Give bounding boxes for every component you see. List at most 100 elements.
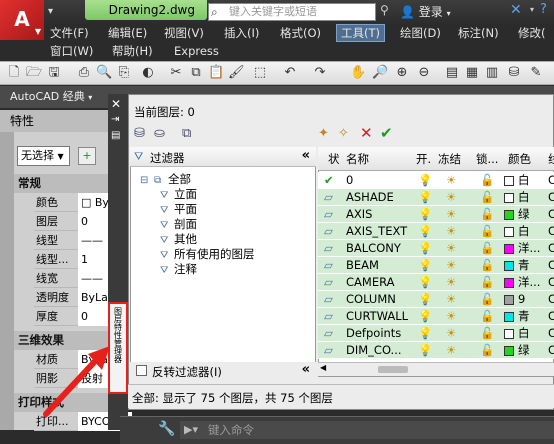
sun-icon[interactable]: ☀ [446,172,456,189]
menu-file[interactable]: 文件(F) [50,24,89,42]
search-icon[interactable]: ⚲ [380,3,389,17]
zoom-realtime-icon[interactable]: 🔎 [372,65,388,81]
block-editor-icon[interactable]: ⬚ [252,65,268,81]
redo-icon[interactable]: ↷ [312,65,328,81]
lightbulb-icon[interactable]: 💡 [418,291,432,308]
new-group-filter-icon[interactable]: ⛀ [154,126,165,141]
lightbulb-icon[interactable]: 💡 [418,274,432,291]
col-lock[interactable]: 锁... [476,147,498,171]
lightbulb-icon[interactable]: 💡 [418,240,432,257]
prop-thickness[interactable]: 厚度 0 [34,307,118,326]
wrench-icon[interactable]: 🔧 [158,421,175,437]
prop-lineweight[interactable]: 线宽 —— [34,269,118,288]
design-center-icon[interactable]: ▦ [464,65,480,81]
layer-row[interactable]: ▱ AXIS_TEXT 💡 ☀ 🔓 白 C [318,223,554,240]
layer-row[interactable]: ▱ COLUMN 💡 ☀ 🔓 9 C [318,291,554,308]
menu-help[interactable]: 帮助(H) [112,42,153,60]
save-icon[interactable]: 🖫 [46,65,62,81]
3d-dwf-icon[interactable]: ◐ [140,65,156,81]
menu-view[interactable]: 视图(V) [164,24,204,42]
tree-node-other[interactable]: ⛛ 其他 [160,231,197,247]
scroll-left-icon[interactable]: ◀ [320,363,326,372]
sun-icon[interactable]: ☀ [446,189,456,206]
copy-icon[interactable]: ⧉ [188,65,204,81]
quick-access-toolbar[interactable]: ▾ [48,4,78,18]
layer-row[interactable]: ▱ ASHADE 💡 ☀ 🔓 白 C [318,189,554,206]
unlock-icon[interactable]: 🔓 [480,189,494,206]
lightbulb-icon[interactable]: 💡 [418,325,432,342]
publish-icon[interactable]: ⎘ [116,65,132,81]
menu-format[interactable]: 格式(O) [280,24,321,42]
command-input[interactable]: ▶▾ 键入命令 [180,421,554,439]
prop-linetype-scale[interactable]: 线型... 1 [34,250,118,269]
tree-node-used-layers[interactable]: ⛛ 所有使用的图层 [160,246,255,262]
new-layer-vp-frozen-icon[interactable]: ✧ [338,126,349,141]
unlock-icon[interactable]: 🔓 [480,291,494,308]
sun-icon[interactable]: ☀ [446,206,456,223]
menu-window[interactable]: 窗口(W) [50,42,93,60]
color-swatch[interactable] [504,346,514,356]
match-properties-icon[interactable]: 🖌 [228,65,245,81]
col-name[interactable]: 名称 [346,147,369,171]
new-file-icon[interactable]: 🗋 [6,65,22,81]
color-swatch[interactable] [504,312,514,322]
open-file-icon[interactable]: 🗁 [26,65,42,81]
auto-hide-icon[interactable]: ⇥ [111,114,119,125]
print-preview-icon[interactable]: 🔍 [96,65,112,81]
tree-node-annotation[interactable]: ⛛ 注释 [160,261,197,277]
col-color[interactable]: 颜色 [508,147,531,171]
unlock-icon[interactable]: 🔓 [480,172,494,189]
pan-icon[interactable]: ✋ [350,65,366,81]
application-menu-button[interactable]: A ▼ [0,0,44,40]
lightbulb-icon[interactable]: 💡 [418,308,432,325]
col-freeze[interactable]: 冻结 [438,147,461,171]
scroll-thumb[interactable] [378,366,408,373]
sun-icon[interactable]: ☀ [446,291,456,308]
layer-row[interactable]: ▱ AXIS 💡 ☀ 🔓 绿 C [318,206,554,223]
menu-express[interactable]: Express [174,42,219,60]
layer-row[interactable]: ✔ 0 💡 ☀ 🔓 白 C [318,172,554,189]
set-current-icon[interactable]: ✔ [380,124,393,142]
workspace-selector[interactable]: AutoCAD 经典 ▾ [10,88,110,106]
col-linetype[interactable]: 线 [548,147,554,171]
layer-row[interactable]: ▱ CURTWALL 💡 ☀ 🔓 青 C [318,308,554,325]
zoom-window-icon[interactable]: ⊕ [394,65,410,81]
sun-icon[interactable]: ☀ [446,325,456,342]
sheet-set-icon[interactable]: ⛁ [506,65,522,81]
section-general[interactable]: 常规 [14,174,108,193]
search-input[interactable]: ⌕ 键入关键字或短语 [208,3,376,21]
unlock-icon[interactable]: 🔓 [480,274,494,291]
sun-icon[interactable]: ☀ [446,240,456,257]
menu-insert[interactable]: 插入(I) [224,24,259,42]
print-icon[interactable]: ⎙ [76,65,92,81]
help-icon[interactable]: ? [540,2,547,17]
unlock-icon[interactable]: 🔓 [480,325,494,342]
collapse-icon[interactable]: « [302,148,310,163]
col-status[interactable]: 状 [328,147,340,171]
color-swatch[interactable] [504,329,514,339]
color-swatch[interactable] [504,295,514,305]
color-swatch[interactable] [504,244,514,254]
tool-palettes-icon[interactable]: ▥ [484,65,500,81]
properties-menu-icon[interactable]: ▤ [111,130,120,141]
tree-node-all[interactable]: ⊟ ⧉ 全部 [140,171,191,187]
color-swatch[interactable] [504,176,514,186]
invert-filter-checkbox[interactable] [136,365,147,376]
prop-linetype[interactable]: 线型 —— [34,231,118,250]
unlock-icon[interactable]: 🔓 [480,240,494,257]
exchange-icon[interactable]: ✕ [510,2,522,18]
horizontal-scrollbar[interactable]: ◀ [318,362,554,376]
color-swatch[interactable] [504,278,514,288]
collapse-icon[interactable]: « [302,362,310,377]
lightbulb-icon[interactable]: 💡 [418,172,432,189]
layer-row[interactable]: ▱ DIM_CO... 💡 ☀ 🔓 绿 C [318,342,554,359]
menu-tools[interactable]: 工具(T) [336,24,385,42]
layer-row[interactable]: ▱ CAMERA 💡 ☀ 🔓 洋... C [318,274,554,291]
color-swatch[interactable] [504,227,514,237]
sun-icon[interactable]: ☀ [446,342,456,359]
zoom-previous-icon[interactable]: ⊖ [416,65,432,81]
layer-states-icon[interactable]: ⧉ [182,126,191,141]
unlock-icon[interactable]: 🔓 [480,308,494,325]
sun-icon[interactable]: ☀ [446,308,456,325]
lightbulb-icon[interactable]: 💡 [418,223,432,240]
